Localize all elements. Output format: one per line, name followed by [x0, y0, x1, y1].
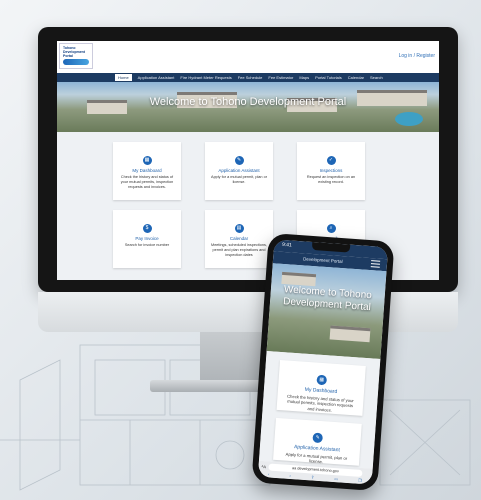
phone-screen: 9:41 Development Portal Welcome to Tohon…: [257, 239, 389, 485]
phone-card-application-assistant[interactable]: ✎ Application Assistant Apply for a mutu…: [273, 417, 362, 466]
card-my-dashboard[interactable]: ▦ My Dashboard Check the history and sta…: [113, 142, 181, 200]
card-desc: Check the history and status of your mut…: [286, 393, 354, 413]
nav-item-search[interactable]: Search: [370, 75, 383, 80]
card-title: Calendar: [229, 236, 249, 241]
dashboard-icon: ▦: [142, 156, 152, 165]
logo-text: Tohono Development Portal: [63, 46, 85, 58]
hamburger-menu-icon[interactable]: [370, 260, 381, 268]
card-desc: Request an inspection on an existing rec…: [306, 175, 356, 184]
site-logo[interactable]: Tohono Development Portal: [59, 43, 93, 69]
logo-wave-icon: [63, 59, 89, 65]
nav-item-portal-tutorials[interactable]: Portal Tutorials: [315, 75, 342, 80]
hero-banner: Welcome to Tohono Development Portal: [57, 82, 439, 132]
nav-item-fire-hydrant[interactable]: Fire Hydrant Meter Requests: [180, 75, 231, 80]
invoice-icon: $: [142, 224, 152, 233]
login-link[interactable]: Log in / Register: [399, 53, 435, 59]
card-title: Application Assistant: [218, 168, 260, 173]
bookmarks-icon[interactable]: ▭: [334, 476, 338, 481]
card-calendar[interactable]: ▤ Calendar Meetings, scheduled inspectio…: [205, 210, 273, 268]
card-title: Pay Invoice: [135, 236, 159, 241]
nav-item-fee-schedule[interactable]: Fee Schedule: [238, 75, 263, 80]
card-title: My Dashboard: [132, 168, 162, 173]
desktop-monitor: Tohono Development Portal Log in / Regis…: [38, 27, 458, 292]
phone-hero: Welcome to Tohono Development Portal: [266, 263, 387, 359]
text-size-icon[interactable]: ᴬA: [261, 464, 266, 469]
card-title: Inspections: [319, 168, 343, 173]
nav-item-home[interactable]: Home: [115, 74, 132, 81]
card-inspections[interactable]: ✓ Inspections Request an inspection on a…: [297, 142, 365, 200]
dashboard-icon: ▦: [316, 374, 328, 386]
phone-nav-text: Development Portal: [302, 256, 343, 265]
back-icon[interactable]: ‹: [268, 471, 270, 476]
search-icon: ⌕: [326, 224, 336, 233]
nav-item-maps[interactable]: Maps: [299, 75, 309, 80]
monitor-chin: [38, 292, 458, 332]
site-header: Tohono Development Portal Log in / Regis…: [57, 41, 439, 73]
tabs-icon[interactable]: ❐: [358, 478, 362, 483]
nav-item-fee-estimator[interactable]: Fee Estimator: [268, 75, 293, 80]
phone-card-my-dashboard[interactable]: ▦ My Dashboard Check the history and sta…: [276, 359, 366, 416]
hero-title: Welcome to Tohono Development Portal: [149, 96, 347, 108]
main-nav: Home Application Assistant Fire Hydrant …: [57, 73, 439, 82]
card-desc: Check the history and status of your mut…: [120, 175, 174, 189]
calendar-icon: ▤: [234, 224, 244, 233]
phone-hero-title: Welcome to Tohono Development Portal: [282, 284, 373, 314]
phone-content: ▦ My Dashboard Check the history and sta…: [258, 351, 381, 469]
phone-notch: [311, 241, 351, 253]
share-icon[interactable]: ⇪: [311, 474, 315, 479]
mobile-phone: 9:41 Development Portal Welcome to Tohon…: [251, 232, 395, 492]
card-desc: Search for invoice number: [124, 243, 170, 247]
nav-item-application-assistant[interactable]: Application Assistant: [138, 75, 175, 80]
forward-icon[interactable]: ›: [289, 473, 291, 478]
inspection-icon: ✓: [326, 156, 336, 165]
phone-time: 9:41: [281, 241, 292, 249]
hero-house: [329, 325, 371, 343]
nav-item-calendar[interactable]: Calendar: [348, 75, 364, 80]
assistant-icon: ✎: [312, 432, 324, 444]
card-desc: Apply for a mutual permit, plan or licen…: [211, 175, 267, 184]
card-application-assistant[interactable]: ✎ Application Assistant Apply for a mutu…: [205, 142, 273, 200]
hero-pool: [395, 112, 423, 126]
card-pay-invoice[interactable]: $ Pay Invoice Search for invoice number: [113, 210, 181, 268]
assistant-icon: ✎: [234, 156, 244, 165]
card-desc: Meetings, scheduled inspections, permit …: [211, 243, 267, 257]
